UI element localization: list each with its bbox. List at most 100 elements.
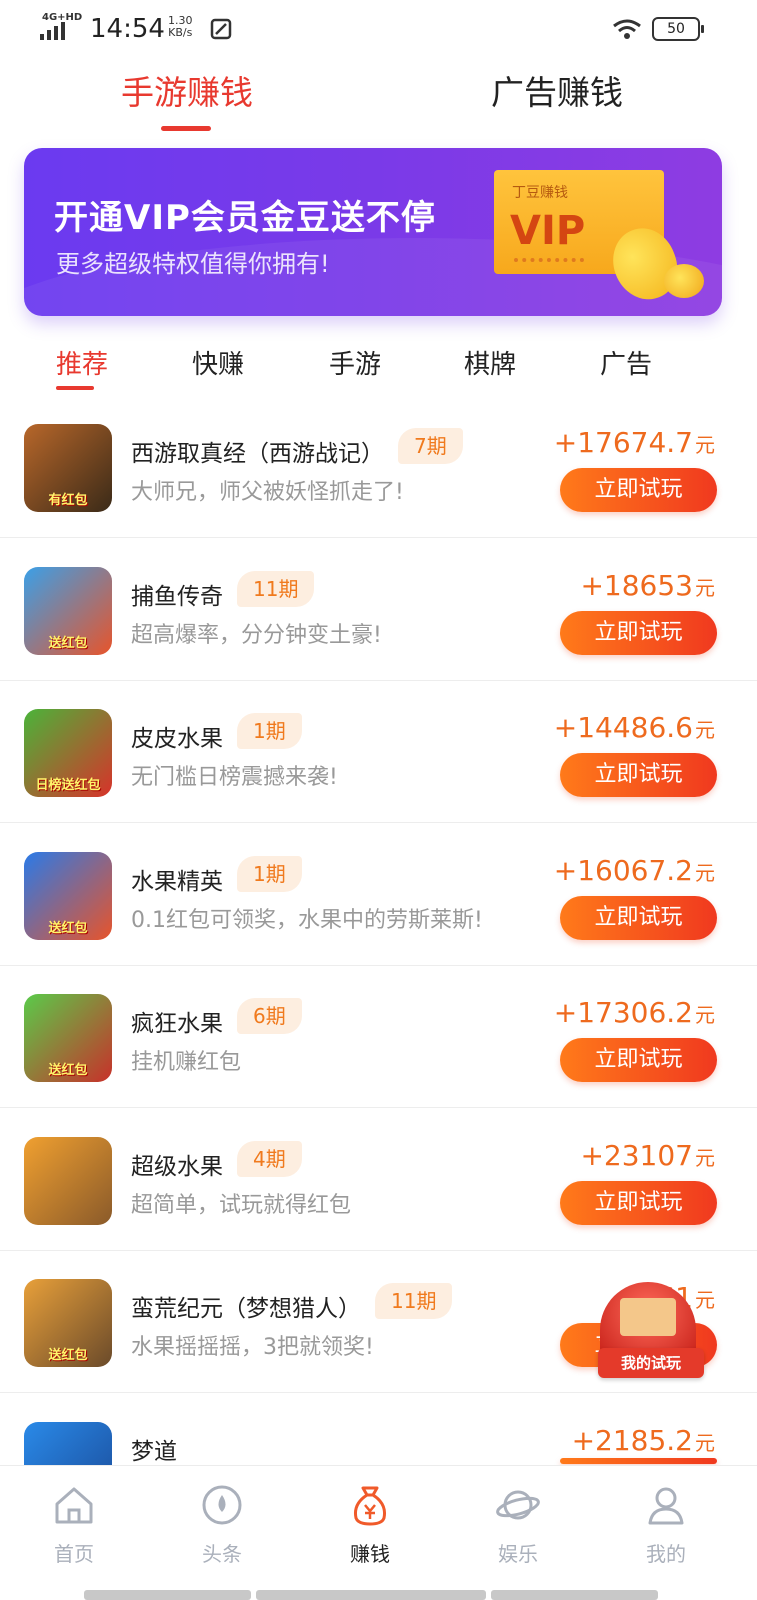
try-now-button[interactable]: 立即试玩 [560, 1038, 717, 1082]
banner-title: 开通VIP会员金豆送不停 [54, 198, 436, 238]
try-now-button[interactable]: 立即试玩 [560, 1458, 717, 1464]
my-trials-float-button[interactable]: 我的试玩 [598, 1282, 704, 1380]
category-tabs: 推荐 快赚 手游 棋牌 广告 [0, 340, 757, 400]
game-icon[interactable]: 送红包 [24, 1279, 112, 1367]
game-description: 无门槛日榜震撼来袭! [131, 765, 338, 790]
vip-card-dots [514, 258, 584, 262]
game-name: 皮皮水果 [131, 726, 223, 752]
home-indicator-segment [256, 1590, 486, 1600]
user-icon [648, 1487, 684, 1525]
reward-amount-value: +18653 [580, 569, 693, 602]
category-tab-quick-earn[interactable]: 快赚 [168, 344, 268, 381]
home-icon [55, 1487, 93, 1524]
reward-currency-unit: 元 [695, 433, 715, 457]
category-tab-recommend[interactable]: 推荐 [32, 344, 132, 381]
category-tab-board-games[interactable]: 棋牌 [440, 344, 540, 381]
bottom-nav: 首页 头条 赚钱 娱乐 我的 [0, 1465, 757, 1600]
vip-card-brand: 丁豆赚钱 [512, 185, 568, 201]
home-indicator-segment [84, 1590, 251, 1600]
try-now-button[interactable]: 立即试玩 [560, 896, 717, 940]
reward-currency-unit: 元 [695, 861, 715, 885]
game-description: 超高爆率，分分钟变土豪! [131, 623, 382, 648]
nav-home[interactable]: 首页 [24, 1474, 124, 1574]
nav-earn-label: 赚钱 [350, 1542, 390, 1566]
nav-entertainment-label: 娱乐 [498, 1542, 538, 1566]
game-icon[interactable]: 送红包 [24, 567, 112, 655]
try-now-button[interactable]: 立即试玩 [560, 611, 717, 655]
nav-earn[interactable]: 赚钱 [320, 1474, 420, 1574]
home-indicator-segment [491, 1590, 658, 1600]
vip-card-text: VIP [510, 208, 586, 254]
game-row[interactable]: 超级水果 4期 超简单，试玩就得红包 +23107 元立即试玩 [0, 1109, 757, 1251]
game-description: 大师兄，师父被妖怪抓走了! [131, 480, 404, 505]
reward-amount: +16067.2 元 [554, 854, 715, 887]
network-speed: 1.30 KB/s [168, 15, 193, 39]
game-icon[interactable]: 送红包 [24, 994, 112, 1082]
banner-subtitle: 更多超级特权值得你拥有! [56, 250, 330, 278]
period-badge: 11期 [375, 1283, 453, 1319]
tab-ad-earn[interactable]: 广告赚钱 [491, 66, 623, 126]
game-icon-tag: 送红包 [48, 636, 88, 651]
reward-amount: +14486.6 元 [554, 711, 715, 744]
game-name: 梦道 [131, 1439, 177, 1465]
game-description: 挂机赚红包 [131, 1050, 242, 1075]
nav-entertainment[interactable]: 娱乐 [468, 1474, 568, 1574]
reward-currency-unit: 元 [695, 1003, 715, 1027]
reward-currency-unit: 元 [695, 1146, 715, 1170]
game-row[interactable]: 送红包 疯狂水果 6期 挂机赚红包 +17306.2 元立即试玩 [0, 966, 757, 1108]
game-row[interactable]: 送红包 水果精英 1期 0.1红包可领奖，水果中的劳斯莱斯! +16067.2 元立即试玩 [0, 824, 757, 966]
game-icon-tag: 有红包 [48, 493, 88, 508]
wifi-icon [613, 19, 641, 39]
game-description: 0.1红包可领奖，水果中的劳斯莱斯! [131, 908, 483, 933]
vip-banner[interactable]: 开通VIP会员金豆送不停 更多超级特权值得你拥有! 丁豆赚钱 VIP [24, 148, 722, 316]
nav-home-label: 首页 [54, 1542, 94, 1566]
nav-profile[interactable]: 我的 [616, 1474, 716, 1574]
category-tab-mobile-games[interactable]: 手游 [305, 344, 405, 381]
game-icon[interactable]: 有红包 [24, 424, 112, 512]
reward-amount-value: +2185.2 [571, 1424, 693, 1457]
game-icon[interactable]: 送红包 [24, 852, 112, 940]
game-row[interactable]: 日榜送红包 皮皮水果 1期无门槛日榜震撼来袭! +14486.6 元立即试玩 [0, 681, 757, 823]
reward-amount: +17306.2 元 [554, 996, 715, 1029]
reward-amount-value: +14486.6 [553, 711, 693, 744]
game-row[interactable]: 有红包 西游取真经（西游战记） 7期 大师兄，师父被妖怪抓走了! +17674.7 元立即… [0, 396, 757, 538]
reward-amount-value: +17306.2 [553, 996, 693, 1029]
reward-currency-unit: 元 [695, 718, 715, 742]
game-icon-tag: 送红包 [48, 1063, 88, 1078]
period-badge: 7期 [398, 428, 463, 464]
game-icon-tag: 送红包 [48, 921, 88, 936]
reward-amount-value: +23107 [580, 1139, 693, 1172]
try-now-button[interactable]: 立即试玩 [560, 1181, 717, 1225]
reward-currency-unit: 元 [695, 1431, 715, 1455]
red-envelope-icon [620, 1298, 676, 1336]
period-badge: 1期 [237, 713, 302, 749]
game-name: 疯狂水果 [131, 1011, 223, 1037]
top-tabs: 手游赚钱 广告赚钱 [0, 66, 757, 136]
drop-icon [202, 1485, 242, 1525]
period-badge: 1期 [237, 856, 302, 892]
game-name: 水果精英 [131, 869, 223, 895]
speed-unit: KB/s [168, 26, 193, 39]
game-name: 蛮荒纪元（梦想猎人） [131, 1296, 361, 1322]
game-row[interactable]: 送红包 捕鱼传奇 11期 超高爆率，分分钟变土豪! +18653 元立即试玩 [0, 539, 757, 681]
tab-mobile-game-earn[interactable]: 手游赚钱 [121, 66, 253, 126]
try-now-button[interactable]: 立即试玩 [560, 753, 717, 797]
nav-profile-label: 我的 [646, 1542, 686, 1566]
game-icon[interactable] [24, 1137, 112, 1225]
status-time: 14:54 [90, 14, 165, 44]
game-icon[interactable]: 日榜送红包 [24, 709, 112, 797]
nav-headlines-label: 头条 [202, 1542, 242, 1566]
game-name: 西游取真经（西游战记） [131, 441, 384, 467]
gold-bean-small-icon [664, 264, 704, 298]
game-icon-tag: 送红包 [48, 1348, 88, 1363]
reward-currency-unit: 元 [695, 576, 715, 600]
nav-headlines[interactable]: 头条 [172, 1474, 272, 1574]
my-trials-label: 我的试玩 [598, 1348, 704, 1378]
try-now-button[interactable]: 立即试玩 [560, 468, 717, 512]
notification-app-icon [210, 18, 232, 40]
active-tab-indicator [161, 126, 211, 131]
category-active-indicator [56, 386, 94, 390]
reward-amount: +23107 元 [580, 1139, 715, 1172]
category-tab-ads[interactable]: 广告 [576, 344, 676, 381]
game-name: 超级水果 [131, 1154, 223, 1180]
